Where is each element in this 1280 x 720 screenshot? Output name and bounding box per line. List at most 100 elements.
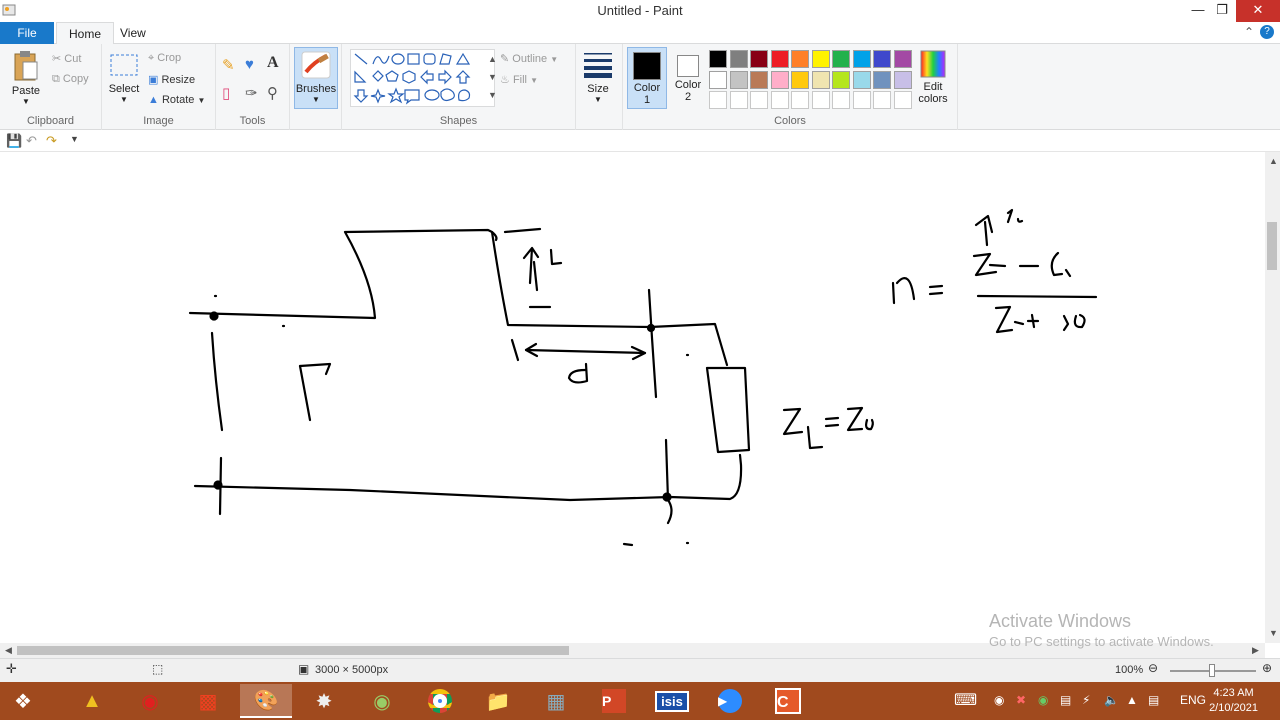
scroll-right-icon[interactable]: ▶ <box>1252 645 1259 656</box>
undo-icon[interactable]: ↶ <box>26 133 37 149</box>
zoom-in-icon[interactable]: ⊕ <box>1262 661 1272 675</box>
palette-swatch[interactable] <box>750 50 768 68</box>
shapes-scroll-down-icon[interactable]: ▼ <box>488 72 497 82</box>
palette-swatch[interactable] <box>873 91 891 109</box>
taskbar-app-1[interactable]: ▲ <box>66 684 118 718</box>
palette-swatch[interactable] <box>729 70 748 89</box>
close-button[interactable]: ✕ <box>1236 0 1280 22</box>
tray-icon-2[interactable]: ✖ <box>1016 693 1026 707</box>
help-icon[interactable]: ? <box>1260 25 1274 39</box>
scroll-left-icon[interactable]: ◀ <box>5 645 12 656</box>
drawing-canvas[interactable] <box>0 152 1268 643</box>
vertical-scrollbar[interactable]: ▲ ▼ <box>1265 152 1280 643</box>
brushes-button[interactable]: Brushes ▼ <box>294 47 338 109</box>
color-picker-icon[interactable]: ✑ <box>245 84 258 102</box>
rotate-button[interactable]: ▲ Rotate ▼ <box>148 94 205 106</box>
language-indicator[interactable]: ENG <box>1180 693 1206 707</box>
scroll-down-icon[interactable]: ▼ <box>1269 628 1278 638</box>
palette-swatch[interactable] <box>873 50 891 68</box>
palette-swatch[interactable] <box>893 70 912 89</box>
restore-button[interactable]: ❐ <box>1208 0 1236 22</box>
tab-file[interactable]: File <box>0 22 54 44</box>
select-dropdown-icon[interactable]: ▼ <box>108 95 140 104</box>
palette-swatch[interactable] <box>750 70 768 89</box>
magnifier-icon[interactable]: ⚲ <box>267 84 278 102</box>
palette-swatch[interactable] <box>770 50 789 68</box>
notification-icon[interactable]: ▤ <box>1148 693 1159 707</box>
palette-swatch[interactable] <box>852 91 871 109</box>
size-button[interactable]: Size ▼ <box>578 50 618 104</box>
palette-swatch[interactable] <box>729 50 748 68</box>
start-button[interactable]: ❖ <box>0 684 46 718</box>
palette-swatch[interactable] <box>832 91 850 109</box>
taskbar-explorer[interactable]: 📁 <box>472 684 524 718</box>
palette-swatch[interactable] <box>852 50 871 68</box>
palette-swatch[interactable] <box>791 70 809 89</box>
palette-swatch[interactable] <box>811 50 830 68</box>
customize-toolbar-icon[interactable]: ▼ <box>70 134 79 144</box>
touch-keyboard-icon[interactable]: ⌨ <box>954 690 977 710</box>
text-tool-icon[interactable]: A <box>267 54 279 72</box>
color2-button[interactable]: Color 2 <box>669 47 707 109</box>
tab-view[interactable]: View <box>108 22 158 45</box>
shapes-scroll-up-icon[interactable]: ▲ <box>488 54 497 64</box>
paste-dropdown-icon[interactable]: ▼ <box>8 97 44 106</box>
collapse-ribbon-icon[interactable]: ⌃ <box>1244 25 1254 39</box>
palette-swatch[interactable] <box>709 91 727 109</box>
taskbar-paint[interactable]: 🎨 <box>240 684 292 718</box>
scroll-up-icon[interactable]: ▲ <box>1269 156 1278 166</box>
tray-icon-4[interactable]: ▤ <box>1060 693 1071 707</box>
taskbar-chrome[interactable] <box>414 684 466 718</box>
pencil-icon[interactable]: ✎ <box>222 56 235 74</box>
palette-swatch[interactable] <box>770 91 789 109</box>
palette-swatch[interactable] <box>709 50 727 68</box>
select-button[interactable]: Select ▼ <box>108 50 140 104</box>
horizontal-scroll-thumb[interactable] <box>17 646 569 655</box>
save-icon[interactable]: 💾 <box>6 133 22 149</box>
color1-button[interactable]: Color 1 <box>627 47 667 109</box>
taskbar-isis[interactable]: isis <box>646 684 698 718</box>
network-icon[interactable]: ▲ <box>1126 693 1138 707</box>
shapes-gallery[interactable] <box>350 49 495 107</box>
taskbar-app-9[interactable]: ▦ <box>530 684 582 718</box>
taskbar-office[interactable]: ▩ <box>182 684 234 718</box>
resize-button[interactable]: ▣ Resize <box>148 73 195 86</box>
palette-swatch[interactable] <box>873 70 891 89</box>
taskbar-app-6[interactable]: ◉ <box>356 684 408 718</box>
palette-swatch[interactable] <box>832 50 850 68</box>
zoom-out-icon[interactable]: ⊖ <box>1148 661 1158 675</box>
shapes-more-icon[interactable]: ▼ <box>488 90 497 100</box>
cut-button[interactable]: ✂ Cut <box>52 52 81 65</box>
zoom-slider-handle[interactable] <box>1209 664 1215 677</box>
vertical-scroll-thumb[interactable] <box>1267 222 1277 270</box>
tab-home[interactable]: Home <box>56 22 115 45</box>
palette-swatch[interactable] <box>729 91 748 109</box>
edit-colors-button[interactable]: Edit colors <box>913 50 953 105</box>
palette-swatch[interactable] <box>750 91 768 109</box>
power-icon[interactable]: ⚡ <box>1082 693 1090 707</box>
eraser-icon[interactable]: ▯ <box>222 84 230 102</box>
crop-button[interactable]: ⌖ Crop <box>148 52 181 65</box>
palette-swatch[interactable] <box>811 91 830 109</box>
taskbar-camtasia[interactable]: C <box>762 684 814 718</box>
system-clock[interactable]: 4:23 AM 2/10/2021 <box>1209 686 1258 716</box>
tray-icon-3[interactable]: ◉ <box>1038 693 1048 707</box>
palette-swatch[interactable] <box>709 70 727 89</box>
palette-swatch[interactable] <box>770 70 789 89</box>
taskbar-app-2[interactable]: ◉ <box>124 684 176 718</box>
taskbar-zoom[interactable]: ▶ <box>704 684 756 718</box>
volume-icon[interactable]: 🔈 <box>1104 693 1119 707</box>
palette-swatch[interactable] <box>791 91 809 109</box>
palette-swatch[interactable] <box>832 70 850 89</box>
tray-icon-1[interactable]: ◉ <box>994 693 1004 707</box>
paste-button[interactable]: Paste ▼ <box>8 50 44 106</box>
palette-swatch[interactable] <box>811 70 830 89</box>
taskbar-app-5[interactable]: ✸ <box>298 684 350 718</box>
palette-swatch[interactable] <box>893 50 912 68</box>
fill-bucket-icon[interactable]: ♥ <box>245 56 254 73</box>
outline-button[interactable]: ✎ Outline ▼ <box>500 52 558 65</box>
palette-swatch[interactable] <box>852 70 871 89</box>
fill-button[interactable]: ♨ Fill ▼ <box>500 73 538 86</box>
taskbar-powerpoint[interactable]: P <box>588 684 640 718</box>
copy-button[interactable]: ⧉ Copy <box>52 73 89 86</box>
